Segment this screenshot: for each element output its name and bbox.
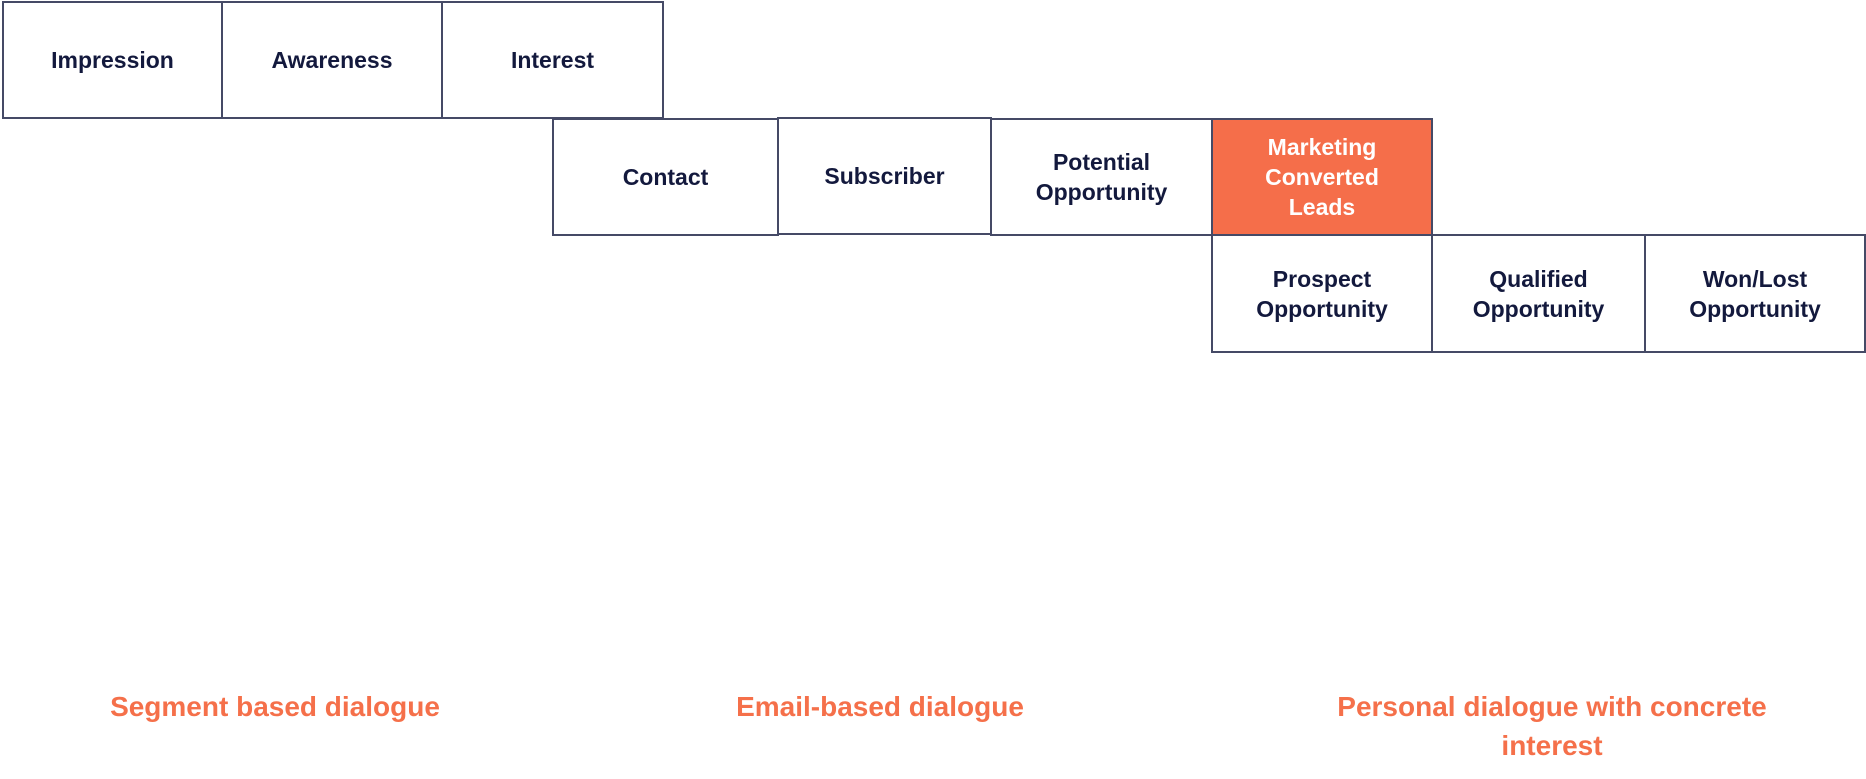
stage-label: Won/Lost Opportunity xyxy=(1689,265,1821,322)
stage-label: Prospect Opportunity xyxy=(1256,265,1388,322)
stage-label: Contact xyxy=(622,164,709,190)
phase-label-segment: Segment based dialogue xyxy=(110,691,440,722)
stage-label: Potential Opportunity xyxy=(1035,149,1168,205)
stage-interest: Interest xyxy=(441,1,664,119)
phase-label-email: Email-based dialogue xyxy=(736,691,1024,722)
stage-marketing-converted-leads: Marketing Converted Leads xyxy=(1211,118,1433,236)
stage-label: Subscriber xyxy=(824,163,945,189)
stage-impression: Impression xyxy=(2,1,223,119)
stage-label: Marketing Converted Leads xyxy=(1265,134,1379,220)
stage-contact: Contact xyxy=(552,118,779,236)
stage-label: Awareness xyxy=(271,47,393,73)
stage-label: Impression xyxy=(51,47,174,73)
stage-awareness: Awareness xyxy=(221,1,443,119)
phase-label-personal: Personal dialogue with concrete interest xyxy=(1337,691,1767,761)
stage-won-lost-opportunity: Won/Lost Opportunity xyxy=(1644,234,1866,353)
stage-label: Interest xyxy=(510,47,595,73)
stage-subscriber: Subscriber xyxy=(777,117,992,235)
stage-label: Qualified Opportunity xyxy=(1472,265,1605,322)
stage-qualified-opportunity: Qualified Opportunity xyxy=(1431,234,1646,353)
stage-prospect-opportunity: Prospect Opportunity xyxy=(1211,234,1433,353)
stage-potential-opportunity: Potential Opportunity xyxy=(990,118,1213,236)
